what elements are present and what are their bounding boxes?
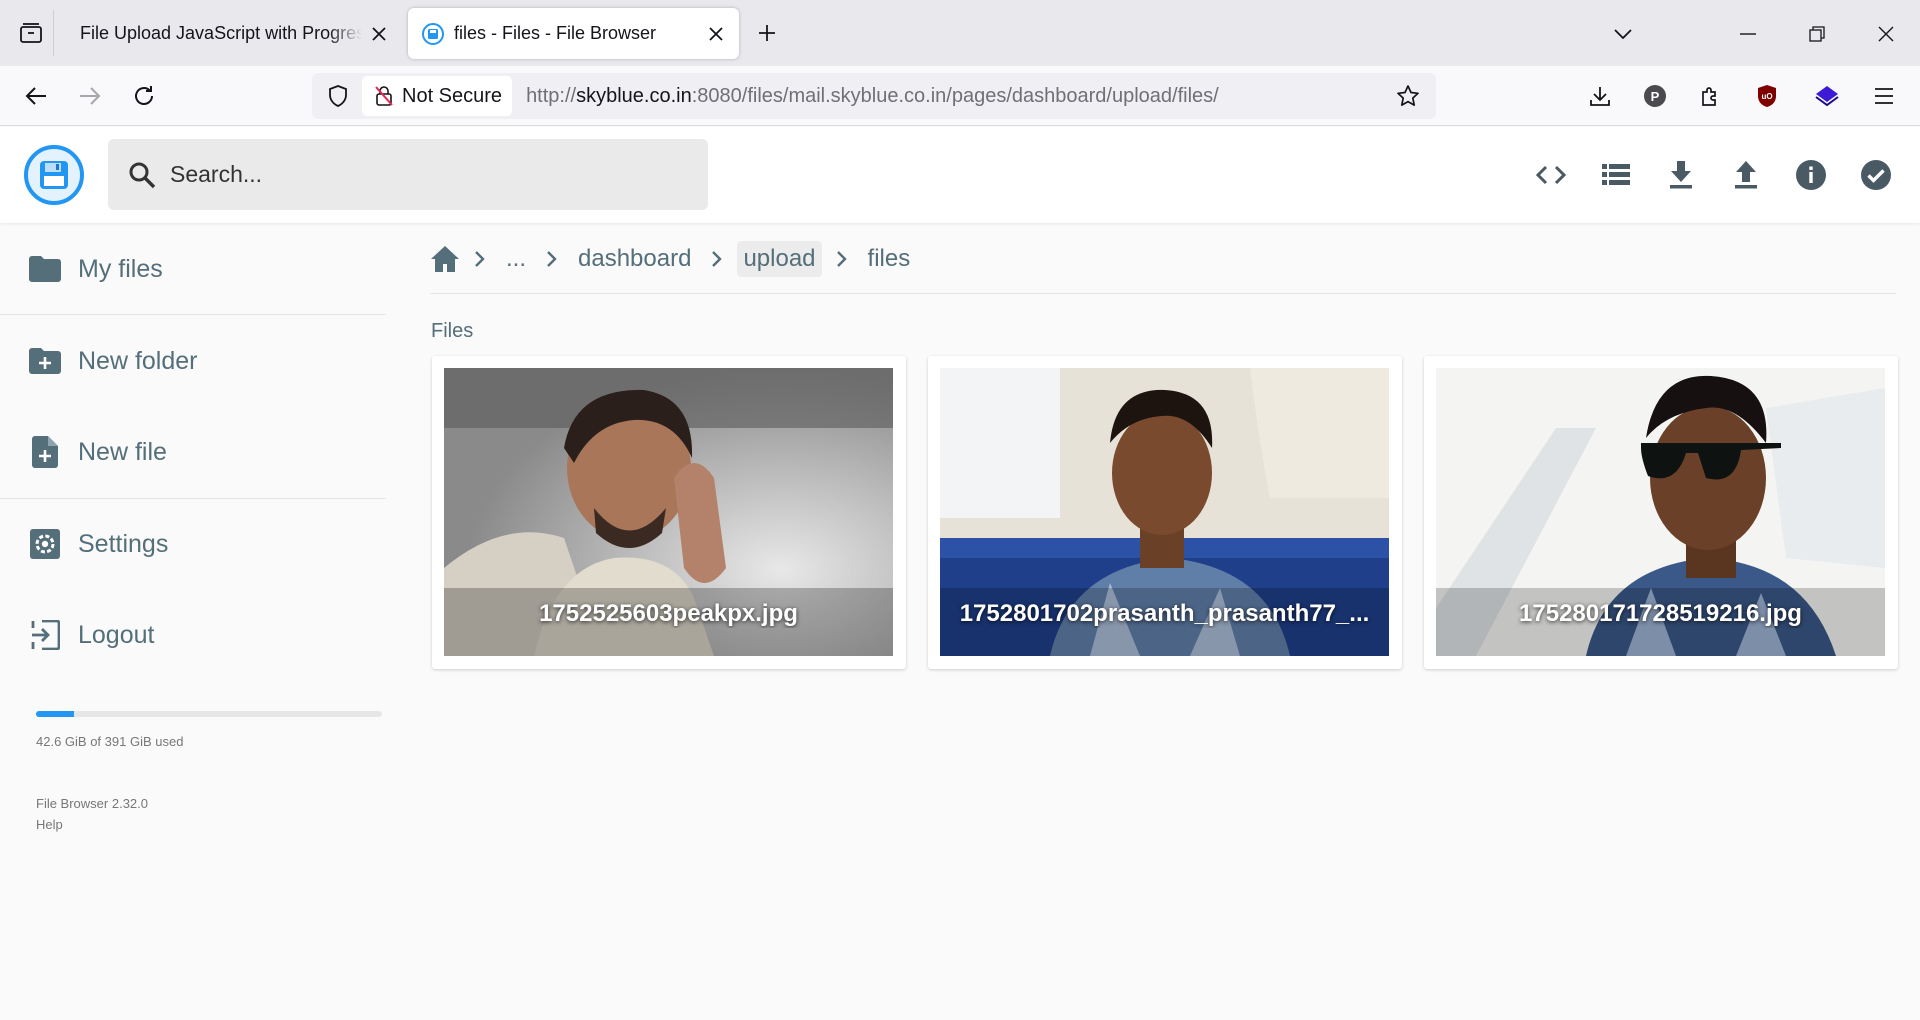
info-icon[interactable] [1789, 153, 1833, 197]
chevron-right-icon [711, 250, 723, 268]
help-link[interactable]: Help [36, 814, 148, 835]
storage-usage-fill [36, 711, 74, 717]
list-all-tabs-icon[interactable] [1603, 14, 1643, 54]
file-browser-logo[interactable] [23, 144, 85, 206]
sidebar-item-label: Logout [78, 620, 155, 649]
breadcrumb-ellipsis[interactable]: ... [500, 241, 532, 277]
select-multiple-check-icon[interactable] [1854, 153, 1898, 197]
credits: File Browser 2.32.0 Help [36, 793, 148, 835]
app-header [0, 127, 1920, 223]
breadcrumb-files[interactable]: files [862, 241, 917, 277]
not-secure-indicator[interactable]: Not Secure [362, 76, 513, 116]
chevron-right-icon [474, 250, 486, 268]
sidebar-item-new-file[interactable]: New file [0, 422, 386, 482]
home-icon[interactable] [430, 245, 460, 273]
search-box[interactable] [108, 139, 708, 210]
close-tab-icon[interactable] [705, 23, 727, 45]
file-name: 1752801702prasanth_prasanth77_... [959, 600, 1370, 627]
sidebar-item-logout[interactable]: Logout [0, 605, 386, 665]
restore-icon[interactable] [1797, 14, 1837, 54]
ublock-origin-icon[interactable]: uO [1749, 78, 1785, 114]
profile-badge: P [1650, 88, 1660, 104]
folder-icon [28, 252, 62, 286]
search-icon [129, 162, 156, 188]
tracking-protection-shield-icon[interactable] [318, 85, 358, 107]
close-tab-icon[interactable] [368, 23, 390, 45]
sidebar-divider [0, 314, 386, 315]
app-menu-icon[interactable] [1866, 78, 1902, 114]
note-add-icon [28, 435, 62, 469]
sidebar-item-label: My files [78, 254, 163, 283]
file-browser-favicon-icon [422, 22, 444, 45]
sidebar-item-label: New file [78, 437, 167, 466]
tab-file-upload[interactable]: File Upload JavaScript with Progress Bar [66, 8, 402, 59]
not-secure-label: Not Secure [402, 84, 503, 107]
sidebar-item-label: Settings [78, 529, 169, 558]
section-title-files: Files [431, 320, 474, 342]
downloads-icon[interactable] [1582, 78, 1618, 114]
search-input[interactable] [170, 161, 670, 188]
sidebar-item-new-folder[interactable]: New folder [0, 331, 386, 391]
forward-icon [70, 76, 110, 116]
tab-title: files - Files - File Browser [454, 23, 657, 43]
breadcrumb: ... dashboard upload files [430, 236, 916, 282]
address-bar[interactable]: Not Secure http://skyblue.co.in:8080/fil… [312, 73, 1436, 119]
insecure-lock-icon [375, 86, 393, 106]
sidebar: My files New folder New file Settings Lo… [0, 223, 386, 1020]
settings-icon [28, 527, 62, 561]
browser-nav-bar: Not Secure http://skyblue.co.in:8080/fil… [0, 66, 1920, 126]
chevron-right-icon [546, 250, 558, 268]
sidebar-item-settings[interactable]: Settings [0, 514, 386, 574]
browser-tab-bar: File Upload JavaScript with Progress Bar… [0, 0, 1920, 66]
url-text[interactable]: http://skyblue.co.in:8080/files/mail.sky… [526, 85, 1388, 108]
storage-usage-bar [36, 711, 382, 717]
tab-title: File Upload JavaScript with Progress Bar [80, 23, 362, 43]
profile-extension-icon[interactable]: P [1637, 78, 1673, 114]
upload-icon[interactable] [1724, 153, 1768, 197]
file-name: 1752525603peakpx.jpg [539, 600, 798, 627]
url-prefix: http:// [526, 84, 577, 107]
embed-code-icon[interactable] [1529, 153, 1573, 197]
tab-list-icon[interactable] [8, 10, 54, 56]
file-card[interactable]: 1752801702prasanth_prasanth77_... [928, 356, 1402, 669]
list-view-icon[interactable] [1594, 153, 1638, 197]
reload-icon[interactable] [124, 76, 164, 116]
file-name: 175280171728519216.jpg [1519, 600, 1802, 627]
exit-icon [28, 618, 62, 652]
extensions-puzzle-icon[interactable] [1692, 78, 1728, 114]
sidebar-item-my-files[interactable]: My files [0, 239, 386, 299]
sidebar-item-label: New folder [78, 346, 198, 375]
file-card[interactable]: 175280171728519216.jpg [1424, 356, 1898, 669]
storage-usage-text: 42.6 GiB of 391 GiB used [36, 734, 184, 749]
bookmark-star-icon[interactable] [1388, 84, 1428, 108]
download-icon[interactable] [1659, 153, 1703, 197]
chevron-right-icon [836, 250, 848, 268]
file-card[interactable]: 1752525603peakpx.jpg [432, 356, 906, 669]
layers-extension-icon[interactable] [1809, 78, 1845, 114]
breadcrumb-dashboard[interactable]: dashboard [572, 241, 697, 277]
minimize-icon[interactable] [1728, 14, 1768, 54]
breadcrumb-divider [430, 293, 1896, 294]
url-host: skyblue.co.in [576, 84, 692, 107]
tab-file-browser[interactable]: files - Files - File Browser [408, 8, 739, 59]
new-tab-icon[interactable] [752, 18, 782, 48]
svg-text:uO: uO [1761, 92, 1772, 101]
create-new-folder-icon [28, 344, 62, 378]
url-path: :8080/files/mail.skyblue.co.in/pages/das… [691, 84, 1219, 107]
sidebar-divider [0, 498, 386, 499]
version-text: File Browser 2.32.0 [36, 796, 148, 811]
close-window-icon[interactable] [1866, 14, 1906, 54]
back-icon[interactable] [16, 76, 56, 116]
breadcrumb-upload[interactable]: upload [737, 241, 822, 277]
